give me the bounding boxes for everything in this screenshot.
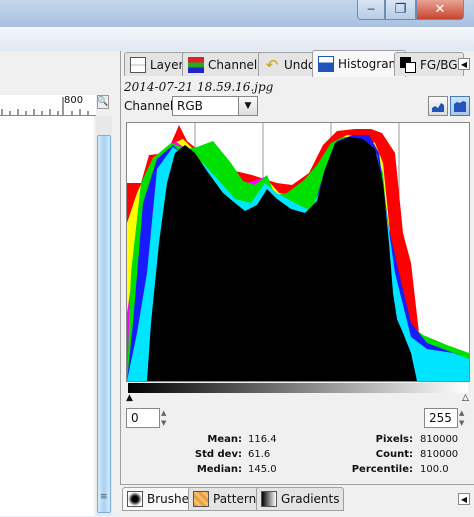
- menu-bar: [0, 27, 474, 52]
- linear-scale-button[interactable]: [428, 96, 448, 116]
- range-max-spinner[interactable]: ▲ ▼: [459, 408, 468, 428]
- bottom-tab-menu-button[interactable]: ◀: [458, 493, 470, 505]
- window-titlebar: ─ ❐ ✕: [0, 0, 474, 27]
- scrollbar-thumb[interactable]: [97, 135, 111, 513]
- channel-value: RGB: [177, 99, 203, 113]
- range-min-value: 0: [131, 411, 139, 425]
- percentile-label: Percentile:: [351, 464, 413, 475]
- brushes-icon: [127, 491, 143, 507]
- scrollbar-grip-icon: ≡: [100, 492, 108, 502]
- image-canvas[interactable]: [0, 116, 94, 516]
- median-value: 145.0: [248, 464, 277, 475]
- ruler-label: 800: [64, 95, 84, 106]
- median-label: Median:: [196, 464, 242, 475]
- histogram-plot: [127, 123, 469, 381]
- tab-label: Channels: [208, 57, 264, 72]
- tab-histogram[interactable]: Histogram: [312, 50, 407, 77]
- tab-fg-bg[interactable]: FG/BG: [394, 52, 464, 76]
- maximize-button[interactable]: ❐: [385, 0, 416, 20]
- dropdown-arrow-icon: ▼: [238, 97, 257, 115]
- layers-icon: [130, 56, 146, 73]
- tab-label: Undo: [284, 57, 316, 72]
- pixels-label: Pixels:: [375, 434, 413, 445]
- channel-select[interactable]: RGB ▼: [172, 96, 258, 116]
- undo-icon: ↶: [265, 55, 279, 74]
- tab-menu-button[interactable]: ◀: [458, 58, 470, 70]
- log-histogram-icon: [454, 101, 466, 112]
- minimize-button[interactable]: ─: [357, 0, 385, 20]
- tab-label: Gradients: [281, 492, 340, 506]
- fg-bg-icon: [400, 56, 416, 73]
- patterns-icon: [193, 491, 209, 507]
- channel-label: Channel:: [124, 99, 178, 113]
- linear-histogram-icon: [432, 103, 444, 112]
- tab-channels[interactable]: Channels: [182, 52, 270, 76]
- range-start-handle[interactable]: ▲: [126, 393, 133, 403]
- tab-gradients[interactable]: Gradients: [256, 487, 345, 511]
- zoom-icon: 🔍: [97, 97, 109, 107]
- close-icon: ✕: [434, 2, 446, 17]
- stddev-value: 61.6: [248, 449, 271, 460]
- tab-label: FG/BG: [420, 57, 458, 72]
- percentile-value: 100.0: [420, 464, 449, 475]
- mean-label: Mean:: [207, 434, 242, 445]
- image-filename: 2014-07-21 18.59.16.jpg: [124, 80, 274, 94]
- stddev-label: Std dev:: [194, 449, 242, 460]
- navigate-button[interactable]: 🔍: [97, 95, 109, 109]
- pixels-value: 810000: [420, 434, 459, 445]
- close-button[interactable]: ✕: [416, 0, 464, 20]
- tab-menu-icon: ◀: [460, 494, 468, 504]
- tab-label: Histogram: [338, 57, 401, 71]
- maximize-icon: ❐: [394, 2, 407, 17]
- value-gradient-bar[interactable]: [128, 383, 468, 393]
- range-end-handle[interactable]: △: [462, 393, 469, 403]
- count-label: Count:: [375, 449, 413, 460]
- histogram-icon: [318, 56, 334, 72]
- range-min-spinner[interactable]: ▲ ▼: [161, 408, 170, 428]
- range-max-value: 255: [429, 411, 452, 425]
- gradients-icon: [261, 491, 277, 507]
- mean-value: 116.4: [248, 434, 277, 445]
- count-value: 810000: [420, 449, 459, 460]
- minimize-icon: ─: [367, 3, 375, 16]
- range-min-input[interactable]: 0: [126, 408, 160, 428]
- horizontal-ruler: 800: [0, 95, 96, 116]
- tab-menu-icon: ◀: [460, 59, 468, 69]
- histogram-view[interactable]: [126, 122, 470, 382]
- log-scale-button[interactable]: [450, 96, 470, 116]
- range-max-input[interactable]: 255: [424, 408, 458, 428]
- channels-icon: [188, 56, 204, 73]
